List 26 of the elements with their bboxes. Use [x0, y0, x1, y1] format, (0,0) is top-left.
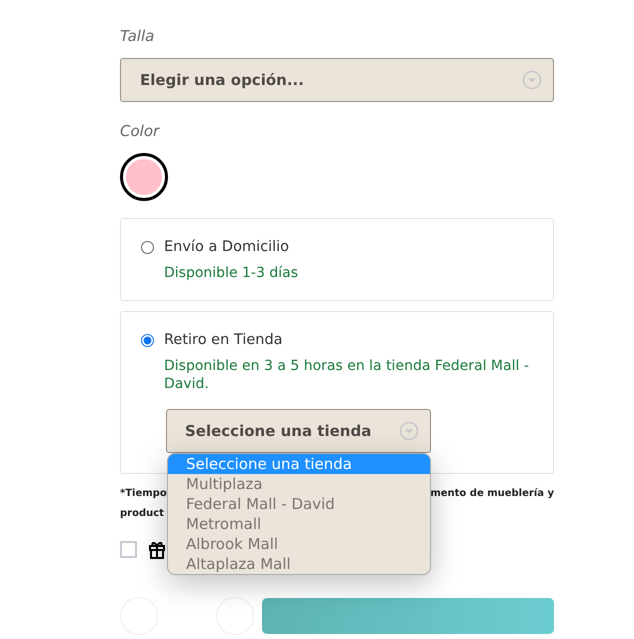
gift-checkbox[interactable]: [120, 540, 137, 558]
dropdown-option[interactable]: Multiplaza: [168, 474, 430, 494]
color-swatch[interactable]: [123, 156, 165, 198]
store-select[interactable]: Seleccione una tienda: [166, 409, 431, 453]
availability-text: Disponible en 3 a 5 horas en la tienda Federal Mall - David.: [164, 357, 530, 393]
radio-button[interactable]: [141, 334, 154, 346]
add-to-cart-button[interactable]: [262, 598, 554, 634]
dropdown-option[interactable]: Seleccione una tienda: [168, 454, 430, 474]
dropdown-icon: [399, 421, 419, 441]
option-label: Retiro en Tienda: [164, 332, 283, 348]
option-label: Envío a Domicilio: [164, 239, 290, 255]
availability-text: Disponible 1-3 días: [164, 264, 299, 282]
note-text: product: [120, 507, 164, 521]
dropdown-option[interactable]: Altaplaza Mall: [168, 554, 430, 574]
size-label: Talla: [120, 27, 156, 45]
dropdown-option[interactable]: Albrook Mall: [168, 534, 430, 554]
note-text: mento de mueblería y: [430, 487, 554, 501]
color-label: Color: [120, 122, 161, 140]
dropdown-icon: [522, 70, 542, 90]
gift-icon: [148, 539, 166, 559]
note-text: *Tiempo: [120, 487, 167, 501]
size-select[interactable]: Elegir una opción...: [120, 58, 554, 102]
dropdown-option[interactable]: Metromall: [168, 514, 430, 534]
dropdown-option[interactable]: Federal Mall - David: [168, 494, 430, 514]
quantity-button[interactable]: [216, 597, 254, 635]
radio-button[interactable]: [141, 240, 154, 254]
